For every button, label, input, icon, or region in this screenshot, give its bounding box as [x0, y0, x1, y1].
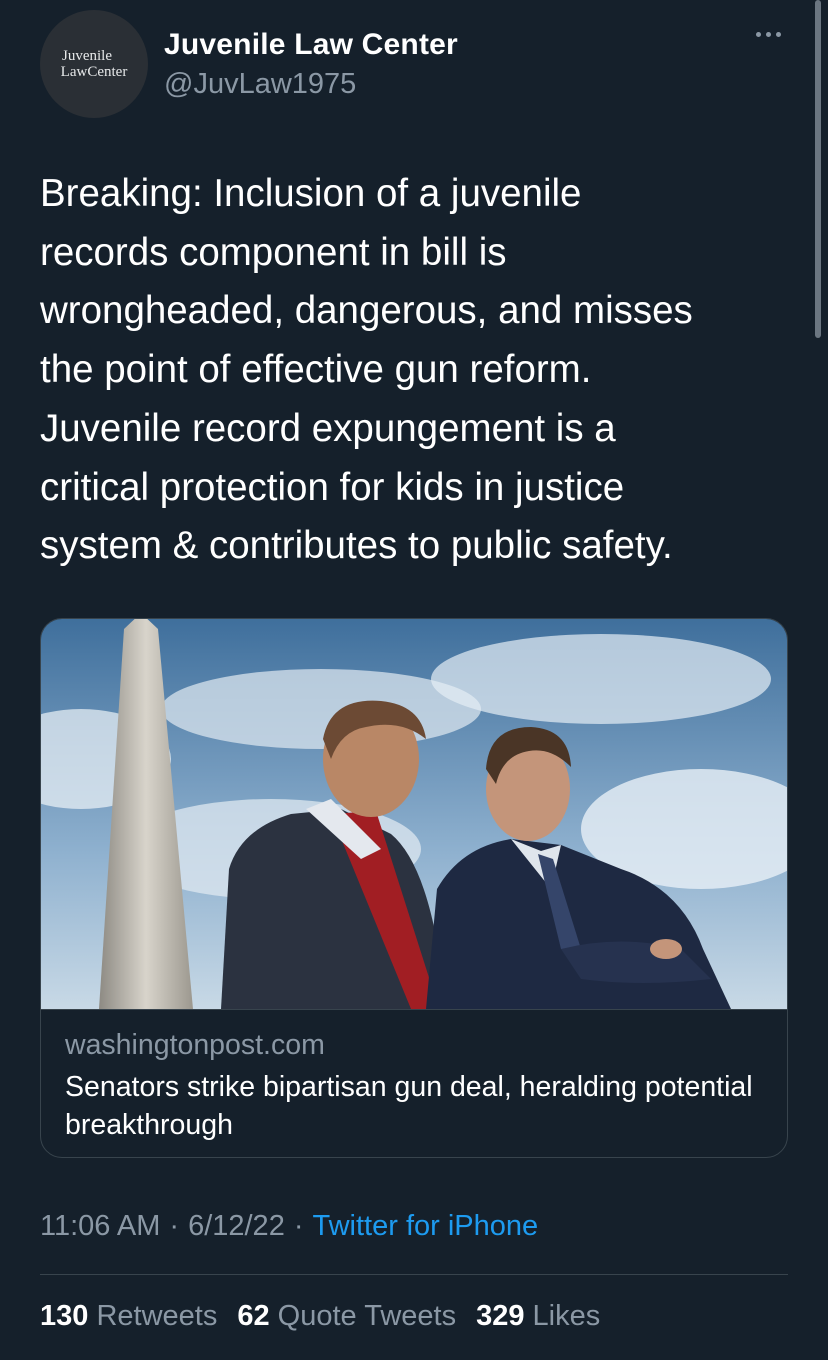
tweet-date[interactable]: 6/12/22 — [188, 1210, 285, 1243]
avatar-text-line2: LawCenter — [60, 64, 128, 80]
author-names: Juvenile Law Center @JuvLaw1975 — [164, 28, 458, 101]
tweet-header: Juvenile LawCenter Juvenile Law Center @… — [40, 10, 790, 120]
separator: · — [293, 1210, 304, 1242]
tweet-source-link[interactable]: Twitter for iPhone — [313, 1210, 539, 1243]
avatar[interactable]: Juvenile LawCenter — [40, 10, 148, 118]
tweet-time[interactable]: 11:06 AM — [40, 1210, 160, 1243]
likes-stat[interactable]: 329 Likes — [476, 1300, 600, 1333]
scrollbar[interactable] — [815, 0, 821, 338]
tweet-stats: 130 Retweets 62 Quote Tweets 329 Likes — [40, 1300, 620, 1333]
display-name[interactable]: Juvenile Law Center — [164, 28, 458, 62]
card-image[interactable] — [41, 619, 787, 1010]
card-domain: washingtonpost.com — [65, 1029, 325, 1061]
divider — [40, 1274, 788, 1275]
tweet-text: Breaking: Inclusion of a juvenile record… — [40, 172, 693, 568]
separator: · — [169, 1210, 180, 1242]
tweet-timestamp-row: 11:06 AM · 6/12/22 · Twitter for iPhone — [40, 1210, 538, 1243]
card-title: Senators strike bipartisan gun deal, her… — [65, 1071, 753, 1141]
quote-tweets-stat[interactable]: 62 Quote Tweets — [237, 1300, 456, 1333]
retweets-stat[interactable]: 130 Retweets — [40, 1300, 217, 1333]
avatar-text-line1: Juvenile — [62, 48, 112, 64]
link-card[interactable]: washingtonpost.com Senators strike bipar… — [40, 618, 788, 1158]
more-icon[interactable] — [751, 24, 785, 44]
retweets-count: 130 — [40, 1300, 89, 1332]
quote-tweets-count: 62 — [237, 1300, 270, 1332]
likes-count: 329 — [476, 1300, 525, 1332]
likes-label: Likes — [532, 1300, 601, 1332]
retweets-label: Retweets — [96, 1300, 218, 1332]
handle[interactable]: @JuvLaw1975 — [164, 68, 458, 101]
card-meta: washingtonpost.com Senators strike bipar… — [65, 1029, 763, 1144]
quote-tweets-label: Quote Tweets — [277, 1300, 457, 1332]
